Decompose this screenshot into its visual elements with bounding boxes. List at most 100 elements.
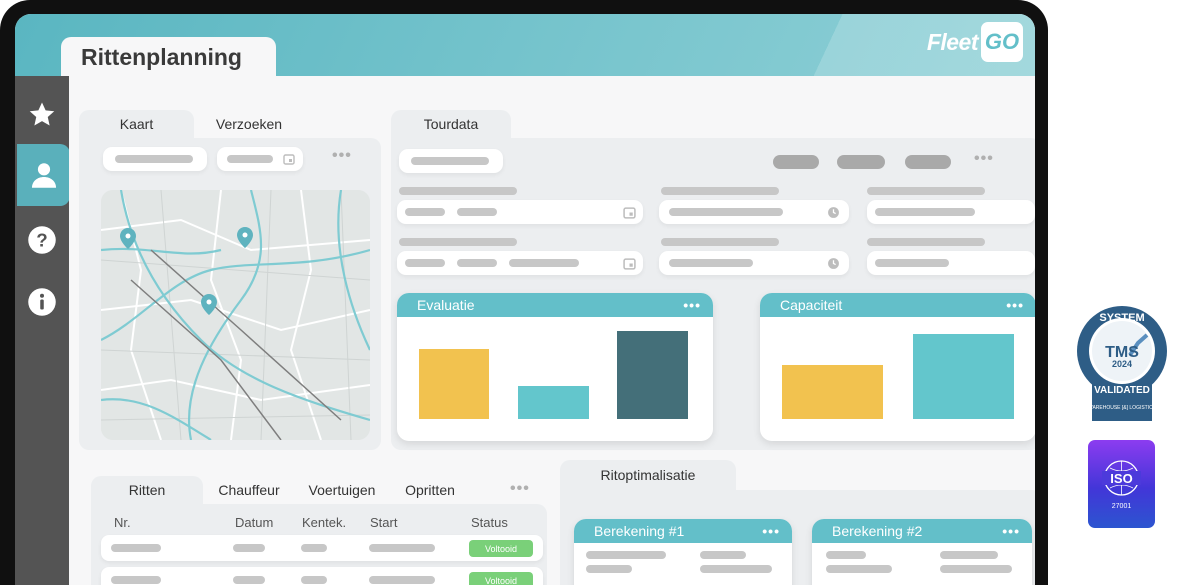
sidebar-item-info[interactable] (15, 271, 69, 333)
table-row[interactable]: Voltooid (101, 567, 543, 585)
tour-text-field[interactable] (867, 251, 1035, 275)
sidebar-item-help[interactable]: ? (15, 209, 69, 271)
column-header-start[interactable]: Start (370, 515, 397, 530)
placeholder-text (669, 208, 783, 216)
more-icon[interactable]: ••• (683, 297, 701, 313)
tour-time-field[interactable] (659, 251, 849, 275)
placeholder-text (700, 565, 772, 573)
logo-text: Fleet (926, 28, 979, 55)
device-frame: Rittenplanning Fleet GO ? Kaart Verzoeke… (0, 0, 1048, 585)
badge-year-text: 2024 (1112, 359, 1132, 369)
column-header-datum[interactable]: Datum (235, 515, 273, 530)
cell-placeholder (301, 544, 327, 552)
tab-kaart[interactable]: Kaart (79, 110, 194, 138)
berekening-1-card[interactable]: Berekening #1 ••• (574, 519, 792, 585)
chart-bar (782, 365, 883, 419)
badge-top-text: SYSTEM (1099, 312, 1144, 324)
sidebar-item-user[interactable] (17, 144, 70, 206)
chart-bar (419, 349, 489, 419)
evaluatie-chart (397, 317, 713, 441)
tab-tourdata[interactable]: Tourdata (391, 110, 511, 138)
calendar-icon (283, 154, 295, 165)
tour-tabs: Tourdata (391, 110, 511, 138)
filter-chip[interactable] (837, 155, 885, 169)
map-tabs: Kaart Verzoeken (79, 110, 304, 138)
tab-ritoptimalisatie[interactable]: Ritoptimalisatie (560, 460, 736, 490)
ritten-more-icon[interactable]: ••• (510, 480, 530, 498)
card-header: Berekening #2 ••• (812, 519, 1032, 543)
more-icon[interactable]: ••• (762, 523, 780, 539)
tour-date-field[interactable] (397, 200, 643, 224)
tms-validated-badge: SYSTEM TMS 2024 VALIDATED WAREHOUSE [&] … (1075, 305, 1169, 423)
app-screen: Rittenplanning Fleet GO ? Kaart Verzoeke… (15, 14, 1035, 585)
map-roads (101, 190, 370, 440)
field-label (661, 187, 779, 195)
tab-opritten[interactable]: Opritten (389, 476, 471, 504)
placeholder-text (940, 551, 998, 559)
placeholder-text (405, 259, 445, 267)
berekening-2-card[interactable]: Berekening #2 ••• (812, 519, 1032, 585)
placeholder-text (826, 551, 866, 559)
placeholder-text (411, 157, 489, 165)
cell-placeholder (111, 576, 161, 584)
iso-number-text: 27001 (1112, 503, 1132, 510)
tour-more-icon[interactable]: ••• (974, 150, 994, 168)
cell-placeholder (233, 576, 265, 584)
column-header-kenteken[interactable]: Kentek. (302, 515, 346, 530)
tab-ritten[interactable]: Ritten (91, 476, 203, 504)
capaciteit-chart (760, 317, 1035, 441)
card-header: Capaciteit ••• (760, 293, 1035, 317)
placeholder-text (826, 565, 892, 573)
placeholder-text (875, 259, 949, 267)
more-icon[interactable]: ••• (1006, 297, 1024, 313)
optim-tabs: Ritoptimalisatie (560, 460, 736, 490)
tour-search-input[interactable] (399, 149, 503, 173)
placeholder-text (457, 259, 497, 267)
ritten-tabs: Ritten Chauffeur Voertuigen Opritten (91, 476, 471, 504)
badge-org-text: WAREHOUSE [&] LOGISTICS (1088, 405, 1157, 411)
field-label (399, 187, 517, 195)
status-badge: Voltooid (469, 540, 533, 557)
cell-placeholder (369, 576, 435, 584)
tour-time-field[interactable] (659, 200, 849, 224)
user-icon (31, 163, 56, 188)
map-view[interactable] (101, 190, 370, 440)
field-label (661, 238, 779, 246)
tab-chauffeur[interactable]: Chauffeur (203, 476, 295, 504)
placeholder-text (875, 208, 975, 216)
tour-text-field[interactable] (867, 200, 1035, 224)
map-date-input[interactable] (217, 147, 303, 171)
filter-chip[interactable] (905, 155, 951, 169)
chart-bar (617, 331, 688, 419)
placeholder-text (405, 208, 445, 216)
field-label (867, 187, 985, 195)
map-search-input[interactable] (103, 147, 207, 171)
more-icon[interactable]: ••• (1002, 523, 1020, 539)
map-more-icon[interactable]: ••• (332, 147, 352, 165)
column-header-nr[interactable]: Nr. (114, 515, 131, 530)
table-row[interactable]: Voltooid (101, 535, 543, 561)
column-header-status[interactable]: Status (471, 515, 508, 530)
placeholder-text (669, 259, 753, 267)
tab-voertuigen[interactable]: Voertuigen (295, 476, 389, 504)
chart-bar (518, 386, 589, 419)
status-badge: Voltooid (469, 572, 533, 585)
clock-icon (828, 207, 839, 218)
tab-verzoeken[interactable]: Verzoeken (194, 110, 304, 138)
placeholder-text (509, 259, 579, 267)
placeholder-text (457, 208, 497, 216)
placeholder-text (940, 565, 1012, 573)
field-label (399, 238, 517, 246)
sidebar-item-favorites[interactable] (15, 84, 69, 146)
page-title: Rittenplanning (81, 44, 242, 70)
clock-icon (828, 258, 839, 269)
placeholder-text (227, 155, 273, 163)
question-icon: ? (28, 226, 56, 254)
iso-main-text: ISO (1110, 471, 1132, 486)
star-icon (29, 102, 55, 126)
info-icon (28, 288, 56, 316)
badge-bottom-text: VALIDATED (1094, 385, 1150, 396)
filter-chip[interactable] (773, 155, 819, 169)
tour-date-field[interactable] (397, 251, 643, 275)
placeholder-text (115, 155, 193, 163)
